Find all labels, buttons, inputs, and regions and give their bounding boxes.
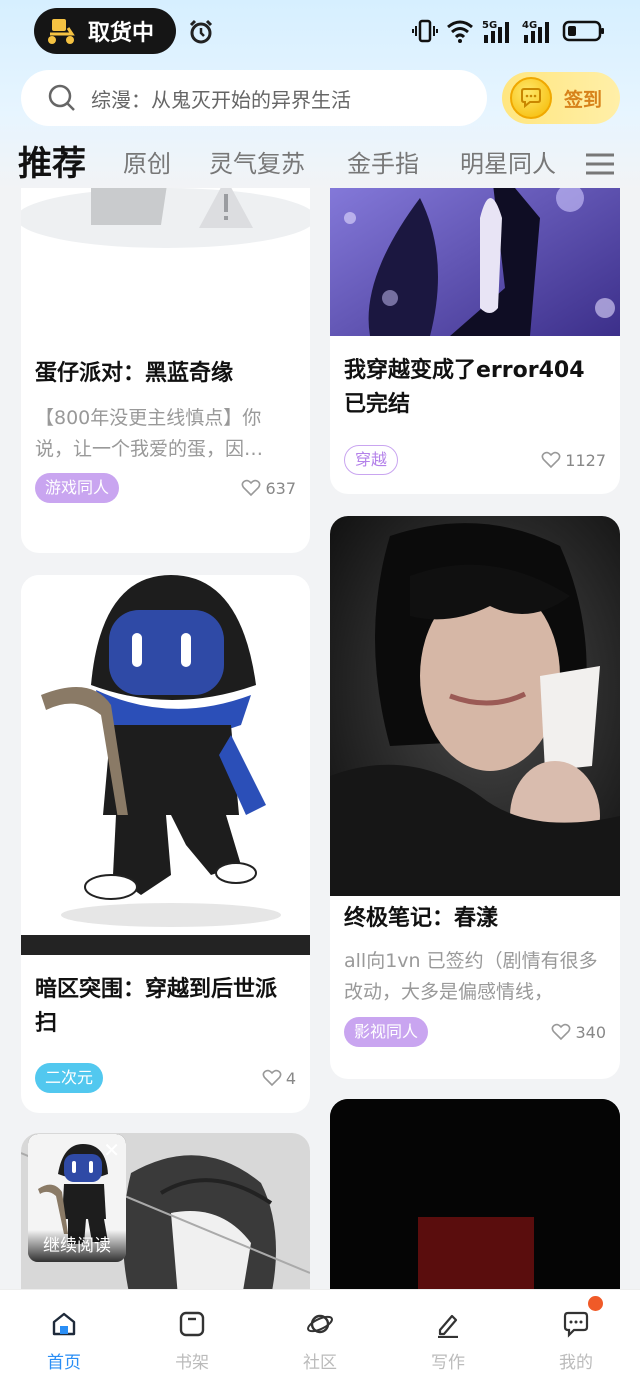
signal-4g-icon: 4G [522,20,549,43]
alarm-icon [189,19,213,44]
genre-tag[interactable]: 游戏同人 [35,473,120,503]
heart-icon [541,451,561,469]
status-bar: 取货中 5G 4G [0,0,640,62]
like-count[interactable]: 340 [551,1017,606,1047]
svg-text:4G: 4G [522,20,537,31]
tab-spirit-revival[interactable]: 灵气复苏 [209,140,305,188]
cover-image [330,188,620,336]
nav-profile[interactable]: 我的 [512,1290,640,1387]
checkin-label: 签到 [564,88,603,111]
like-count-value: 637 [265,478,296,498]
nav-write[interactable]: 写作 [384,1290,512,1387]
search-placeholder: 综漫：从鬼灭开始的异界生活 [91,87,351,112]
like-count-value: 340 [575,1022,606,1042]
menu-icon[interactable] [585,152,615,176]
nav-bookshelf[interactable]: 书架 [128,1290,256,1387]
planet-icon [307,1314,333,1334]
scooter-icon [48,19,75,44]
book-title: 蛋仔派对：黑蓝奇缘 [35,361,234,386]
tab-golden-finger[interactable]: 金手指 [347,140,419,188]
cover-image [330,516,620,896]
nav-profile-label: 我的 [559,1353,593,1373]
delivery-status-pill[interactable]: 取货中 [34,8,176,54]
nav-bookshelf-label: 书架 [175,1353,209,1373]
coin-icon [510,77,552,119]
battery-icon [562,20,604,42]
like-count[interactable]: 1127 [541,445,606,475]
search-bar[interactable]: 综漫：从鬼灭开始的异界生活 [21,70,487,126]
book-card[interactable]: 暗区突围：穿越到后世派扫 二次元 4 [21,575,310,1113]
like-count-value: 4 [285,1068,296,1088]
nav-write-label: 写作 [431,1353,465,1373]
home-icon [52,1312,76,1336]
bookshelf-icon [179,1311,205,1337]
book-card[interactable] [330,1099,620,1289]
vibrate-icon [412,19,438,43]
search-icon [48,84,75,111]
genre-tag[interactable]: 二次元 [35,1063,104,1093]
bottom-navigation: 首页 书架 社区 写作 我的 [0,1289,640,1387]
nav-home-label: 首页 [47,1353,81,1373]
heart-icon [552,1023,571,1041]
book-description: all向1vn 已签约（剧情有很多改动，大多是偏感情线， [344,950,598,1003]
heart-icon [242,479,261,497]
like-count[interactable]: 4 [262,1063,296,1093]
book-card[interactable]: 终极笔记：春漾 all向1vn 已签约（剧情有很多改动，大多是偏感情线， 影视同… [330,516,620,1079]
book-title: 终极笔记：春漾 [344,906,499,931]
book-card[interactable]: 蛋仔派对：黑蓝奇缘 【800年没更主线慎点】你说，让一个我爱的蛋，因… 游戏同人… [21,188,310,553]
notification-badge [588,1296,603,1311]
pen-icon [438,1314,458,1338]
book-card[interactable]: 我穿越变成了error404已完结 穿越 1127 [330,188,620,494]
nav-community[interactable]: 社区 [256,1290,384,1387]
heart-icon [262,1069,282,1087]
genre-tag[interactable]: 影视同人 [344,1017,429,1047]
close-icon[interactable]: ✕ [103,1138,120,1162]
continue-reading-widget[interactable]: ✕ 继续阅读 [28,1134,126,1262]
wifi-icon [447,20,473,43]
signal-5g-icon: 5G [482,20,509,43]
like-count-value: 1127 [565,450,606,470]
continue-reading-label: 继续阅读 [28,1230,126,1262]
chat-bubble-icon [563,1311,589,1338]
recommend-feed[interactable]: 蛋仔派对：黑蓝奇缘 【800年没更主线慎点】你说，让一个我爱的蛋，因… 游戏同人… [0,188,640,1289]
category-tabs: 推荐 原创 灵气复苏 金手指 明星同人 [0,140,640,188]
tab-original[interactable]: 原创 [123,140,171,188]
tab-celebrity-fanfic[interactable]: 明星同人 [460,140,556,188]
book-description: 【800年没更主线慎点】你说，让一个我爱的蛋，因… [35,407,264,460]
like-count[interactable]: 637 [241,473,296,503]
checkin-button[interactable]: 签到 [502,72,620,124]
nav-community-label: 社区 [303,1353,337,1373]
cover-image [21,575,310,955]
cover-image [330,1099,620,1289]
delivery-status-text: 取货中 [88,21,155,46]
book-title: 我穿越变成了error404已完结 [344,358,585,417]
book-title: 暗区突围：穿越到后世派扫 [35,977,278,1036]
nav-home[interactable]: 首页 [0,1290,128,1387]
svg-text:5G: 5G [482,20,497,31]
genre-tag[interactable]: 穿越 [344,445,399,475]
tab-recommend[interactable]: 推荐 [18,140,86,188]
